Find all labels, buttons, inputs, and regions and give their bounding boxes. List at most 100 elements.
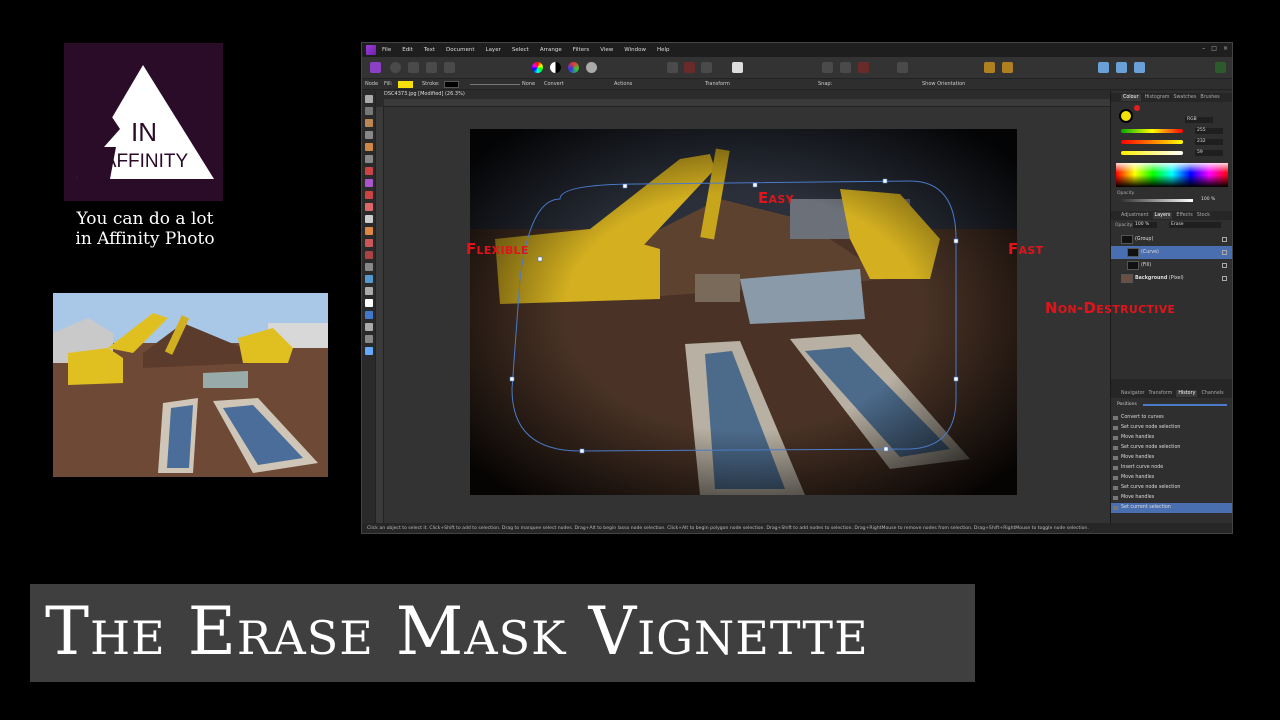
- tone-mapping-persona-icon[interactable]: [426, 62, 437, 73]
- selection-icon[interactable]: [667, 62, 678, 73]
- document-tab[interactable]: DSC4373.jpg [Modified] (26.3%): [384, 91, 465, 97]
- menu-edit[interactable]: Edit: [402, 47, 413, 53]
- colour-opacity-slider[interactable]: [1121, 199, 1193, 202]
- history-item[interactable]: Move handles: [1111, 493, 1232, 503]
- tab-brushes[interactable]: Brushes: [1200, 95, 1219, 100]
- layer-row-group[interactable]: (Group): [1111, 233, 1232, 246]
- marquee-tool-icon[interactable]: [365, 155, 373, 163]
- secondary-colour-well[interactable]: [1134, 105, 1140, 111]
- deselect-icon[interactable]: [684, 62, 695, 73]
- maximize-icon[interactable]: □: [1211, 45, 1217, 52]
- menu-window[interactable]: Window: [624, 47, 646, 53]
- crop-tool-icon[interactable]: [365, 131, 373, 139]
- tab-layers[interactable]: Layers: [1152, 212, 1173, 219]
- fill-swatch[interactable]: [398, 81, 413, 88]
- auto-white-balance-icon[interactable]: [586, 62, 597, 73]
- menu-document[interactable]: Document: [446, 47, 475, 53]
- close-icon[interactable]: ×: [1223, 45, 1228, 52]
- tab-swatches[interactable]: Swatches: [1173, 95, 1196, 100]
- quick-mask-icon[interactable]: [732, 62, 743, 73]
- affinity-photo-app-icon[interactable]: [366, 45, 376, 55]
- arrange-front-icon[interactable]: [984, 62, 995, 73]
- alignment-icon[interactable]: [822, 62, 833, 73]
- blue-slider[interactable]: [1121, 151, 1183, 155]
- boolean-icon[interactable]: [840, 62, 851, 73]
- history-item-current[interactable]: Set current selection: [1111, 503, 1232, 513]
- history-item[interactable]: Move handles: [1111, 453, 1232, 463]
- develop-persona-icon[interactable]: [408, 62, 419, 73]
- erase-brush-tool-icon[interactable]: [365, 227, 373, 235]
- tab-effects[interactable]: Effects: [1176, 213, 1192, 218]
- show-orientation-toggle[interactable]: Show Orientation: [922, 81, 965, 87]
- layer-row-curve[interactable]: (Curve): [1111, 246, 1232, 259]
- menu-layer[interactable]: Layer: [486, 47, 501, 53]
- pen-tool-icon[interactable]: [365, 287, 373, 295]
- liquify-persona-icon[interactable]: [390, 62, 401, 73]
- history-item[interactable]: Insert curve node: [1111, 463, 1232, 473]
- minimize-icon[interactable]: –: [1202, 45, 1205, 52]
- red-eye-tool-icon[interactable]: [365, 251, 373, 259]
- colour-model-select[interactable]: RGB: [1185, 117, 1213, 123]
- colour-picker-tool-icon[interactable]: [365, 119, 373, 127]
- photo-persona-icon[interactable]: [370, 62, 381, 73]
- clone-brush-tool-icon[interactable]: [365, 215, 373, 223]
- tab-navigator[interactable]: Navigator: [1121, 391, 1144, 396]
- auto-contrast-icon[interactable]: [550, 62, 561, 73]
- view-mode-icon[interactable]: [1116, 62, 1127, 73]
- invert-selection-icon[interactable]: [701, 62, 712, 73]
- green-slider[interactable]: [1121, 140, 1183, 144]
- stroke-style-none[interactable]: None: [522, 81, 535, 87]
- history-item[interactable]: Set curve node selection: [1111, 443, 1232, 453]
- document-canvas[interactable]: Easy Flexible Fast: [384, 107, 1110, 523]
- healing-brush-tool-icon[interactable]: [365, 239, 373, 247]
- layer-visibility-checkbox[interactable]: [1222, 276, 1227, 281]
- gradient-tool-icon[interactable]: [365, 179, 373, 187]
- tab-stock[interactable]: Stock: [1197, 213, 1210, 218]
- layer-opacity-value[interactable]: 100 %: [1133, 222, 1157, 228]
- menu-select[interactable]: Select: [512, 47, 529, 53]
- smudge-tool-icon[interactable]: [365, 263, 373, 271]
- green-value[interactable]: 232: [1195, 139, 1223, 145]
- history-positions-slider[interactable]: [1143, 404, 1227, 406]
- red-value[interactable]: 255: [1195, 128, 1223, 134]
- tab-histogram[interactable]: Histogram: [1145, 95, 1170, 100]
- menu-filters[interactable]: Filters: [573, 47, 590, 53]
- flood-fill-tool-icon[interactable]: [365, 167, 373, 175]
- zoom-tool-icon[interactable]: [365, 347, 373, 355]
- history-item[interactable]: Move handles: [1111, 473, 1232, 483]
- assistant-icon[interactable]: [1098, 62, 1109, 73]
- layer-row-background[interactable]: Background (Pixel): [1111, 272, 1232, 285]
- layer-visibility-checkbox[interactable]: [1222, 263, 1227, 268]
- layer-row-fill[interactable]: (Fill): [1111, 259, 1232, 272]
- info-icon[interactable]: [897, 62, 908, 73]
- rectangle-tool-icon[interactable]: [365, 311, 373, 319]
- colour-opacity-value[interactable]: 100 %: [1201, 197, 1215, 202]
- history-item[interactable]: Move handles: [1111, 433, 1232, 443]
- tab-colour[interactable]: Colour: [1121, 94, 1141, 101]
- layer-visibility-checkbox[interactable]: [1222, 250, 1227, 255]
- history-item[interactable]: Set curve node selection: [1111, 483, 1232, 493]
- layer-visibility-checkbox[interactable]: [1222, 237, 1227, 242]
- arrange-back-icon[interactable]: [1002, 62, 1013, 73]
- tab-history[interactable]: History: [1176, 390, 1198, 397]
- primary-colour-well[interactable]: [1119, 109, 1133, 123]
- red-slider[interactable]: [1121, 129, 1183, 133]
- auto-colour-icon[interactable]: [532, 62, 543, 73]
- export-persona-icon[interactable]: [444, 62, 455, 73]
- stroke-width-slider[interactable]: [470, 84, 520, 85]
- history-item[interactable]: Set curve node selection: [1111, 423, 1232, 433]
- tab-adjustment[interactable]: Adjustment: [1121, 213, 1149, 218]
- blend-mode-select[interactable]: Erase: [1169, 222, 1221, 228]
- menu-view[interactable]: View: [600, 47, 613, 53]
- tab-transform[interactable]: Transform: [1148, 391, 1172, 396]
- menu-help[interactable]: Help: [657, 47, 670, 53]
- paint-brush-tool-icon[interactable]: [365, 191, 373, 199]
- blue-value[interactable]: 59: [1195, 150, 1223, 156]
- dodge-tool-icon[interactable]: [365, 203, 373, 211]
- auto-levels-icon[interactable]: [568, 62, 579, 73]
- selection-brush-tool-icon[interactable]: [365, 143, 373, 151]
- view-tool-icon[interactable]: [365, 107, 373, 115]
- hand-tool-icon[interactable]: [365, 335, 373, 343]
- menu-text[interactable]: Text: [424, 47, 435, 53]
- stroke-swatch[interactable]: [444, 81, 459, 88]
